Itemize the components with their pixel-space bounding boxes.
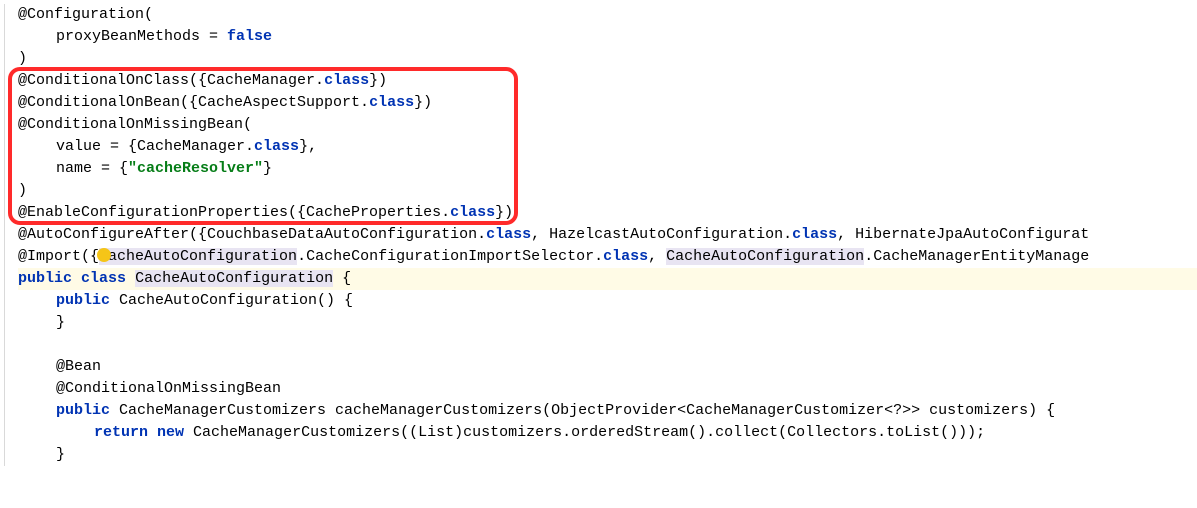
- annotation-configuration: @Configuration(: [18, 6, 153, 23]
- code-line[interactable]: }: [18, 312, 1197, 334]
- code-line[interactable]: @AutoConfigureAfter({CouchbaseDataAutoCo…: [18, 224, 1197, 246]
- keyword-public: public: [56, 402, 110, 419]
- code-line[interactable]: public CacheAutoConfiguration() {: [18, 290, 1197, 312]
- code-line[interactable]: @Bean: [18, 356, 1197, 378]
- keyword-class: class: [369, 94, 414, 111]
- highlighted-usage: CacheAutoConfiguration: [666, 248, 864, 265]
- keyword-class: class: [603, 248, 648, 265]
- keyword-class: class: [81, 270, 126, 287]
- string-literal: "cacheResolver": [128, 160, 263, 177]
- keyword-return: return: [94, 424, 148, 441]
- code-line[interactable]: value = {CacheManager.class},: [18, 136, 1197, 158]
- code-line[interactable]: @ConditionalOnMissingBean(: [18, 114, 1197, 136]
- fold-gutter[interactable]: [0, 4, 10, 466]
- annotation-conditional-on-class: @ConditionalOnClass({CacheManager.: [18, 72, 324, 89]
- code-line[interactable]: ): [18, 180, 1197, 202]
- lightbulb-icon[interactable]: [97, 248, 111, 262]
- code-line[interactable]: @ConditionalOnClass({CacheManager.class}…: [18, 70, 1197, 92]
- code-line[interactable]: @EnableConfigurationProperties({CachePro…: [18, 202, 1197, 224]
- code-line[interactable]: proxyBeanMethods = false: [18, 26, 1197, 48]
- highlighted-usage: CacheAutoConfiguration: [99, 248, 297, 265]
- code-line[interactable]: @ConditionalOnMissingBean: [18, 378, 1197, 400]
- annotation-enable-config-props: @EnableConfigurationProperties({CachePro…: [18, 204, 450, 221]
- annotation-conditional-on-missing-bean: @ConditionalOnMissingBean: [56, 380, 281, 397]
- class-declaration-line[interactable]: public class CacheAutoConfiguration {: [18, 268, 1197, 290]
- keyword-public: public: [56, 292, 110, 309]
- code-line[interactable]: }: [18, 444, 1197, 466]
- keyword-class: class: [792, 226, 837, 243]
- class-name-declaration: CacheAutoConfiguration: [135, 270, 333, 287]
- code-line[interactable]: ): [18, 48, 1197, 70]
- code-line[interactable]: @Configuration(: [18, 4, 1197, 26]
- code-line[interactable]: return new CacheManagerCustomizers((List…: [18, 422, 1197, 444]
- keyword-class: class: [486, 226, 531, 243]
- keyword-public: public: [18, 270, 72, 287]
- keyword-class: class: [450, 204, 495, 221]
- keyword-false: false: [227, 28, 272, 45]
- code-line[interactable]: @Import({CacheAutoConfiguration.CacheCon…: [18, 246, 1197, 268]
- annotation-conditional-on-bean: @ConditionalOnBean({CacheAspectSupport.: [18, 94, 369, 111]
- annotation-autoconfigure-after: @AutoConfigureAfter({CouchbaseDataAutoCo…: [18, 226, 486, 243]
- keyword-new: new: [157, 424, 184, 441]
- code-line[interactable]: name = {"cacheResolver"}: [18, 158, 1197, 180]
- code-line[interactable]: public CacheManagerCustomizers cacheMana…: [18, 400, 1197, 422]
- blank-line[interactable]: [18, 334, 1197, 356]
- code-content[interactable]: @Configuration( proxyBeanMethods = false…: [8, 4, 1197, 466]
- annotation-conditional-on-missing-bean: @ConditionalOnMissingBean(: [18, 116, 252, 133]
- annotation-bean: @Bean: [56, 358, 101, 375]
- fold-indicator-line: [4, 4, 5, 466]
- keyword-class: class: [254, 138, 299, 155]
- code-editor[interactable]: @Configuration( proxyBeanMethods = false…: [0, 0, 1197, 470]
- code-line[interactable]: @ConditionalOnBean({CacheAspectSupport.c…: [18, 92, 1197, 114]
- keyword-class: class: [324, 72, 369, 89]
